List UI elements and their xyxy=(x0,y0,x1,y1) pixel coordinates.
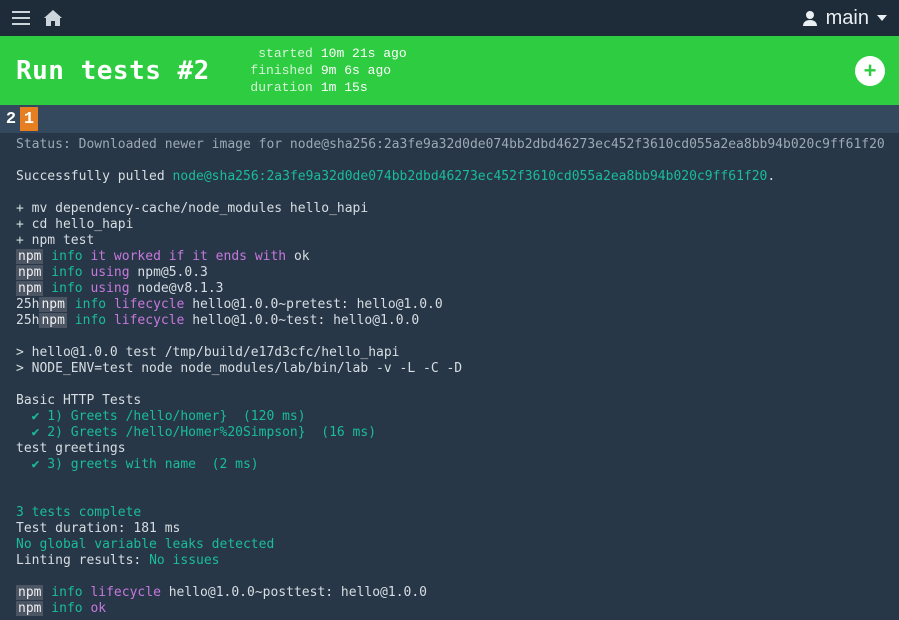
log-line: 25hnpm info lifecycle hello@1.0.0~test: … xyxy=(16,313,419,328)
build-title: Run tests #2 xyxy=(16,56,210,86)
plus-icon: + xyxy=(864,58,877,84)
new-build-button[interactable]: + xyxy=(855,56,885,86)
user-label: main xyxy=(826,7,869,30)
image-digest-link[interactable]: node@sha256:2a3fe9a32d0de074bb2dbd46273e… xyxy=(173,169,768,184)
build-meta: started 10m 21s ago finished 9m 6s ago d… xyxy=(250,46,407,95)
meta-started-label: started xyxy=(250,46,313,61)
log-line: > hello@1.0.0 test /tmp/build/e17d3cfc/h… xyxy=(16,345,400,360)
log-line: npm info ok xyxy=(16,601,106,616)
log-line: + mv dependency-cache/node_modules hello… xyxy=(16,201,368,216)
log-line: 25hnpm info lifecycle hello@1.0.0~pretes… xyxy=(16,297,443,312)
log-line: + npm test xyxy=(16,233,94,248)
meta-finished-value: 9m 6s ago xyxy=(321,63,391,78)
user-icon xyxy=(802,10,818,26)
topbar-left xyxy=(12,10,62,26)
build-log[interactable]: Status: Downloaded newer image for node@… xyxy=(0,133,899,620)
log-line: npm info using node@v8.1.3 xyxy=(16,281,224,296)
meta-duration-value: 1m 15s xyxy=(321,80,368,95)
log-line: ✔ 3) greets with name (2 ms) xyxy=(16,457,259,472)
build-banner: Run tests #2 started 10m 21s ago finishe… xyxy=(0,36,899,105)
log-line: No global variable leaks detected xyxy=(16,537,274,552)
tab-step-2[interactable]: 2 xyxy=(2,107,20,131)
tab-step-1[interactable]: 1 xyxy=(20,107,38,131)
log-line: 3 tests complete xyxy=(16,505,141,520)
log-line: ✔ 2) Greets /hello/Homer%20Simpson} (16 … xyxy=(16,425,376,440)
log-line: Successfully pulled node@sha256:2a3fe9a3… xyxy=(16,169,775,184)
top-bar: main xyxy=(0,0,899,36)
menu-icon[interactable] xyxy=(12,11,30,25)
log-line: Basic HTTP Tests xyxy=(16,393,141,408)
log-line: npm info using npm@5.0.3 xyxy=(16,265,208,280)
user-menu[interactable]: main xyxy=(802,7,887,30)
log-line: Status: Downloaded newer image for node@… xyxy=(16,137,885,152)
log-line: Linting results: No issues xyxy=(16,553,220,568)
log-line: + cd hello_hapi xyxy=(16,217,133,232)
meta-finished-label: finished xyxy=(250,63,313,78)
log-line: ✔ 1) Greets /hello/homer} (120 ms) xyxy=(16,409,306,424)
caret-down-icon xyxy=(877,15,887,21)
step-tabs: 2 1 xyxy=(0,105,899,133)
home-icon[interactable] xyxy=(44,10,62,26)
log-line: > NODE_ENV=test node node_modules/lab/bi… xyxy=(16,361,462,376)
log-line: test greetings xyxy=(16,441,126,456)
log-line: Test duration: 181 ms xyxy=(16,521,180,536)
log-line: npm info it worked if it ends with ok xyxy=(16,249,310,264)
meta-duration-label: duration xyxy=(250,80,313,95)
meta-started-value: 10m 21s ago xyxy=(321,46,407,61)
log-line: npm info lifecycle hello@1.0.0~posttest:… xyxy=(16,585,427,600)
